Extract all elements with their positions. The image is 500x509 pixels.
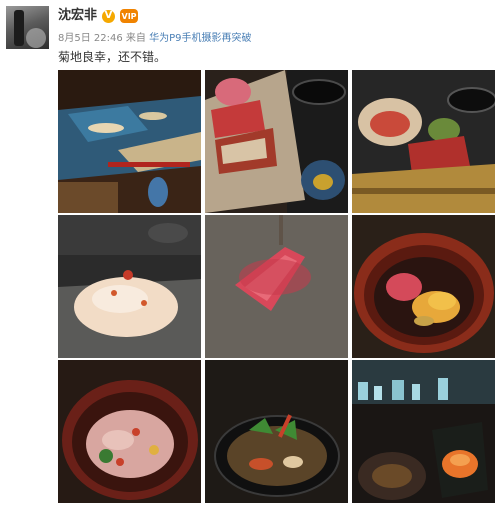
photo-1[interactable] xyxy=(58,70,201,213)
photo-4[interactable] xyxy=(58,215,201,358)
photo-7[interactable] xyxy=(58,360,201,503)
photo-8[interactable] xyxy=(205,360,348,503)
post-source-link[interactable]: 华为P9手机摄影再突破 xyxy=(149,33,251,44)
post-meta: 8月5日 22:46 来自 华为P9手机摄影再突破 xyxy=(58,29,252,44)
photo-9[interactable] xyxy=(352,360,495,503)
post-header: 沈宏非 V VIP xyxy=(58,6,139,26)
photo-6[interactable] xyxy=(352,215,495,358)
post-timestamp[interactable]: 8月5日 22:46 xyxy=(58,33,123,44)
source-prefix: 来自 xyxy=(125,33,146,44)
photo-grid xyxy=(58,70,495,503)
username[interactable]: 沈宏非 xyxy=(58,7,97,25)
verified-badge-icon[interactable]: V xyxy=(102,9,116,23)
photo-2[interactable] xyxy=(205,70,348,213)
photo-3[interactable] xyxy=(352,70,495,213)
user-avatar[interactable] xyxy=(6,6,49,49)
vip-badge-icon[interactable]: VIP xyxy=(120,9,139,23)
photo-5[interactable] xyxy=(205,215,348,358)
post-text: 菊地良幸，还不错。 xyxy=(58,50,167,64)
